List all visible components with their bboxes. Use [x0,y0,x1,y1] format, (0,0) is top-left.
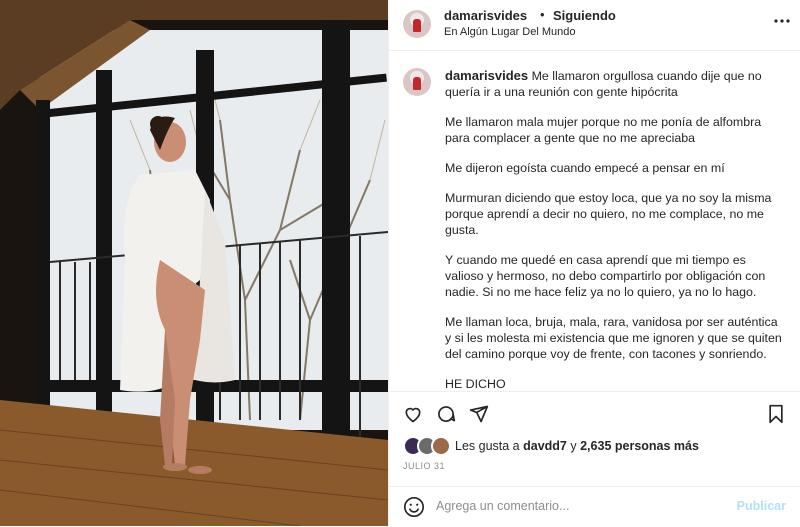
caption-paragraph: HE DICHO [445,377,506,391]
likes-joiner: y [570,439,577,453]
post-header: damarisvides • Siguiendo En Algún Lugar … [389,0,800,51]
smiley-icon[interactable] [403,496,425,523]
action-bar [389,391,800,436]
caption-paragraph: Me llaman loca, bruja, mala, rara, vanid… [445,315,782,361]
caption: damarisvides Me llamaron orgullosa cuand… [389,51,800,391]
liker-avatar[interactable] [431,436,451,456]
comment-icon[interactable] [436,404,456,424]
likes-summary: Les gusta a davdd7 y 2,635 personas más [403,436,699,456]
more-horizontal-icon[interactable] [774,10,790,28]
avatar[interactable] [403,10,431,38]
liker-username[interactable]: davdd7 [523,439,567,453]
post-photo[interactable] [0,0,388,526]
publish-button[interactable]: Publicar [737,499,786,513]
caption-paragraph: Me llamaron mala mujer porque no me poní… [445,115,762,145]
comment-bar: Agrega un comentario... Publicar [389,486,800,527]
likes-text: Les gusta a davdd7 y 2,635 personas más [455,439,699,453]
comment-input[interactable]: Agrega un comentario... [436,499,569,513]
location-link[interactable]: En Algún Lugar Del Mundo [444,26,575,38]
post-details-panel: damarisvides • Siguiendo En Algún Lugar … [388,0,800,526]
caption-paragraph: Y cuando me quedé en casa aprendí que mi… [445,253,766,299]
caption-paragraph: Murmuran diciendo que estoy loca, que ya… [445,191,772,237]
caption-paragraph: Me dijeron egoísta cuando empecé a pensa… [445,161,725,175]
instagram-post: damarisvides • Siguiendo En Algún Lugar … [0,0,800,526]
likes-count[interactable]: 2,635 personas más [580,439,699,453]
likes-prefix: Les gusta a [455,439,520,453]
paper-plane-icon[interactable] [469,404,489,424]
bookmark-icon[interactable] [766,404,786,424]
caption-paragraph: damarisvides Me llamaron orgullosa cuand… [445,68,785,100]
following-button[interactable]: Siguiendo [553,8,616,23]
heart-icon[interactable] [403,404,423,424]
caption-text: damarisvides Me llamaron orgullosa cuand… [445,68,785,406]
post-date[interactable]: JULIO 31 [403,461,445,471]
header-username[interactable]: damarisvides [444,8,527,23]
caption-username[interactable]: damarisvides [445,68,528,83]
post-image [0,0,388,526]
separator-dot: • [540,7,545,22]
caption-avatar[interactable] [403,68,431,96]
